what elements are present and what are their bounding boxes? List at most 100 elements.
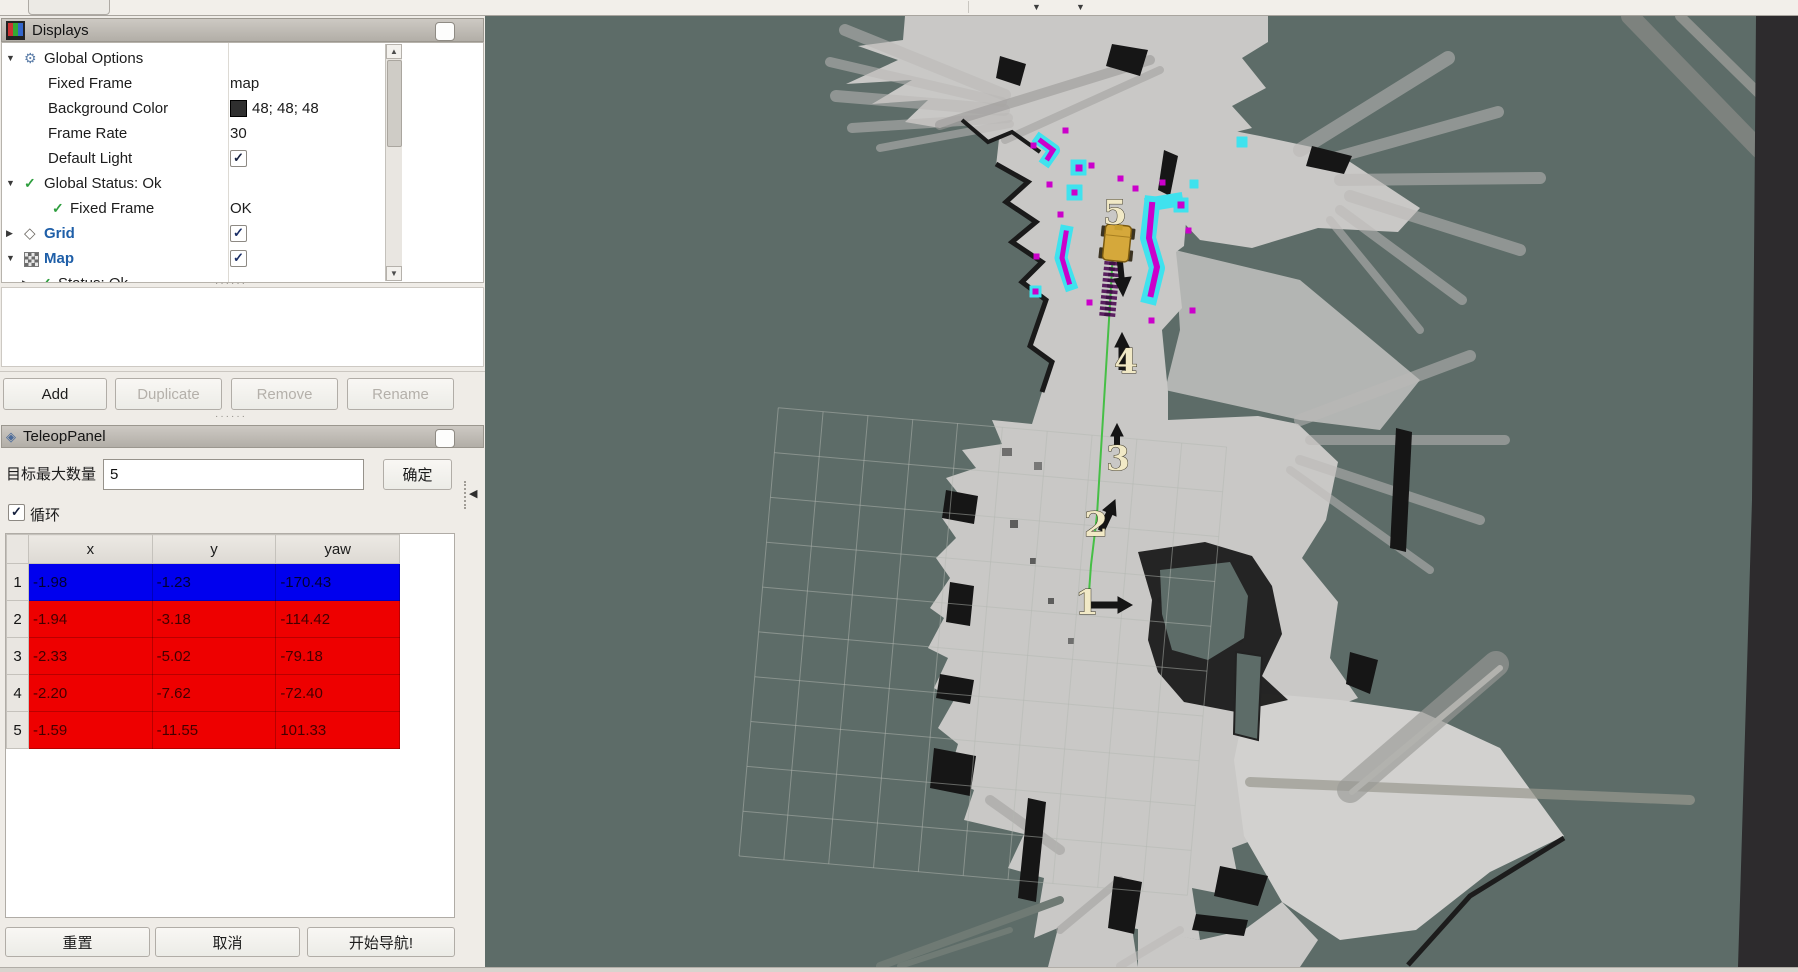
- column-header-x[interactable]: x: [29, 535, 153, 564]
- frame-rate-value[interactable]: 30: [230, 121, 247, 146]
- waypoint-label-4: 4: [1114, 342, 1138, 382]
- default-light-checkbox[interactable]: ✓: [230, 150, 247, 167]
- cell-x[interactable]: -1.59: [29, 712, 153, 749]
- tree-row-global-status[interactable]: ▼ ✓ Global Status: Ok: [2, 171, 382, 196]
- chevron-down-icon[interactable]: ▼: [6, 171, 15, 196]
- cell-y[interactable]: -3.18: [152, 601, 276, 638]
- displays-panel-title: Displays: [32, 22, 89, 39]
- tree-row-background-color[interactable]: Background Color 48; 48; 48: [2, 96, 382, 121]
- teleop-panel-title: TeleopPanel: [23, 428, 106, 445]
- table-header-row: x y yaw: [7, 535, 400, 564]
- confirm-button[interactable]: 确定: [383, 459, 452, 490]
- start-navigation-button[interactable]: 开始导航!: [307, 927, 455, 957]
- cell-y[interactable]: -1.23: [152, 564, 276, 601]
- map-enabled-checkbox[interactable]: ✓: [230, 250, 247, 267]
- cell-x[interactable]: -1.94: [29, 601, 153, 638]
- tree-row-label: Frame Rate: [48, 121, 127, 146]
- scrollbar-thumb[interactable]: [387, 60, 402, 147]
- tree-row-map[interactable]: ▼ Map ✓: [2, 246, 382, 271]
- toolbar-separator: [968, 1, 969, 13]
- tree-row-grid[interactable]: ▶ ◇ Grid ✓: [2, 221, 382, 246]
- cell-yaw[interactable]: -114.42: [276, 601, 400, 638]
- status-value: OK: [230, 196, 252, 221]
- tree-row-label: Global Status: Ok: [44, 171, 162, 196]
- waypoint-label-1: 1: [1075, 583, 1099, 623]
- dropdown-arrow-icon[interactable]: ▼: [1076, 1, 1085, 13]
- cell-y[interactable]: -7.62: [152, 675, 276, 712]
- cell-yaw[interactable]: -79.18: [276, 638, 400, 675]
- table-row[interactable]: 1 -1.98 -1.23 -170.43: [7, 564, 400, 601]
- waypoint-label-3: 3: [1106, 439, 1130, 479]
- waypoint-label-2: 2: [1084, 505, 1108, 545]
- status-ok-check-icon: ✓: [40, 271, 52, 283]
- duplicate-display-button[interactable]: Duplicate: [115, 378, 222, 410]
- row-index: 4: [7, 675, 29, 712]
- cell-x[interactable]: -2.33: [29, 638, 153, 675]
- reset-button[interactable]: 重置: [5, 927, 150, 957]
- tree-row-label: Background Color: [48, 96, 168, 121]
- scroll-up-icon[interactable]: ▲: [386, 44, 402, 59]
- scroll-down-icon[interactable]: ▼: [386, 266, 402, 281]
- fixed-frame-value[interactable]: map: [230, 71, 259, 96]
- column-header-yaw[interactable]: yaw: [276, 535, 400, 564]
- table-row[interactable]: 4 -2.20 -7.62 -72.40: [7, 675, 400, 712]
- row-index: 3: [7, 638, 29, 675]
- dropdown-arrow-icon[interactable]: ▼: [1032, 1, 1041, 13]
- display-description-area: [1, 287, 484, 367]
- gear-icon: ⚙: [24, 46, 37, 71]
- row-index: 2: [7, 601, 29, 638]
- displays-tree: ▼ ⚙ Global Options Fixed Frame map Backg…: [1, 42, 484, 283]
- tree-row-map-status-partial[interactable]: ▶ ✓ Status: Ok: [2, 271, 382, 283]
- rename-display-button[interactable]: Rename: [347, 378, 454, 410]
- cell-y[interactable]: -11.55: [152, 712, 276, 749]
- add-display-button[interactable]: Add: [3, 378, 107, 410]
- tree-row-frame-rate[interactable]: Frame Rate 30: [2, 121, 382, 146]
- map-icon: [24, 252, 39, 267]
- cell-x[interactable]: -2.20: [29, 675, 153, 712]
- splitter-handle[interactable]: ······: [215, 411, 247, 422]
- tree-row-status-fixed-frame[interactable]: ✓ Fixed Frame OK: [2, 196, 382, 221]
- remove-display-button[interactable]: Remove: [231, 378, 338, 410]
- cancel-button[interactable]: 取消: [155, 927, 300, 957]
- column-header-y[interactable]: y: [152, 535, 276, 564]
- chevron-right-icon[interactable]: ▶: [22, 271, 29, 283]
- tree-row-fixed-frame[interactable]: Fixed Frame map: [2, 71, 382, 96]
- tree-row-label: Default Light: [48, 146, 132, 171]
- tree-scrollbar[interactable]: ▲ ▼: [385, 44, 402, 281]
- grid-enabled-checkbox[interactable]: ✓: [230, 225, 247, 242]
- status-ok-check-icon: ✓: [52, 196, 64, 221]
- panel-float-button[interactable]: [435, 22, 455, 41]
- tree-row-label: Status: Ok: [58, 271, 128, 283]
- divider: [0, 371, 485, 372]
- displays-panel-header[interactable]: Displays: [1, 18, 484, 42]
- goal-table: x y yaw 1 -1.98 -1.23 -170.43 2 -1.94 -3…: [5, 533, 455, 918]
- cell-yaw[interactable]: -72.40: [276, 675, 400, 712]
- tree-row-global-options[interactable]: ▼ ⚙ Global Options: [2, 46, 382, 71]
- chevron-down-icon[interactable]: ▼: [6, 246, 15, 271]
- tree-row-label: Global Options: [44, 46, 143, 71]
- toolbar-tool-button[interactable]: [28, 0, 110, 15]
- loop-checkbox[interactable]: ✓: [8, 504, 25, 521]
- collapse-left-icon[interactable]: ◀: [469, 487, 477, 500]
- row-index: 5: [7, 712, 29, 749]
- goal-count-input[interactable]: [103, 459, 364, 490]
- panel-float-button[interactable]: [435, 429, 455, 448]
- tree-row-label: Fixed Frame: [70, 196, 154, 221]
- cell-yaw[interactable]: -170.43: [276, 564, 400, 601]
- tree-row-default-light[interactable]: Default Light ✓: [2, 146, 382, 171]
- grid-icon: ◇: [24, 221, 36, 246]
- chevron-right-icon[interactable]: ▶: [6, 221, 13, 246]
- chevron-down-icon[interactable]: ▼: [6, 46, 15, 71]
- table-row[interactable]: 3 -2.33 -5.02 -79.18: [7, 638, 400, 675]
- panel-resize-handle[interactable]: [464, 481, 468, 509]
- cell-yaw[interactable]: 101.33: [276, 712, 400, 749]
- cell-x[interactable]: -1.98: [29, 564, 153, 601]
- teleop-panel-header[interactable]: ◈ TeleopPanel: [1, 425, 484, 448]
- table-row[interactable]: 2 -1.94 -3.18 -114.42: [7, 601, 400, 638]
- color-swatch[interactable]: [230, 100, 247, 117]
- table-row[interactable]: 5 -1.59 -11.55 101.33: [7, 712, 400, 749]
- map-3d-view[interactable]: 1 2 3 4 5: [485, 16, 1798, 967]
- background-color-value[interactable]: 48; 48; 48: [252, 96, 319, 121]
- occupancy-grid-map: 1 2 3 4 5: [485, 16, 1798, 967]
- cell-y[interactable]: -5.02: [152, 638, 276, 675]
